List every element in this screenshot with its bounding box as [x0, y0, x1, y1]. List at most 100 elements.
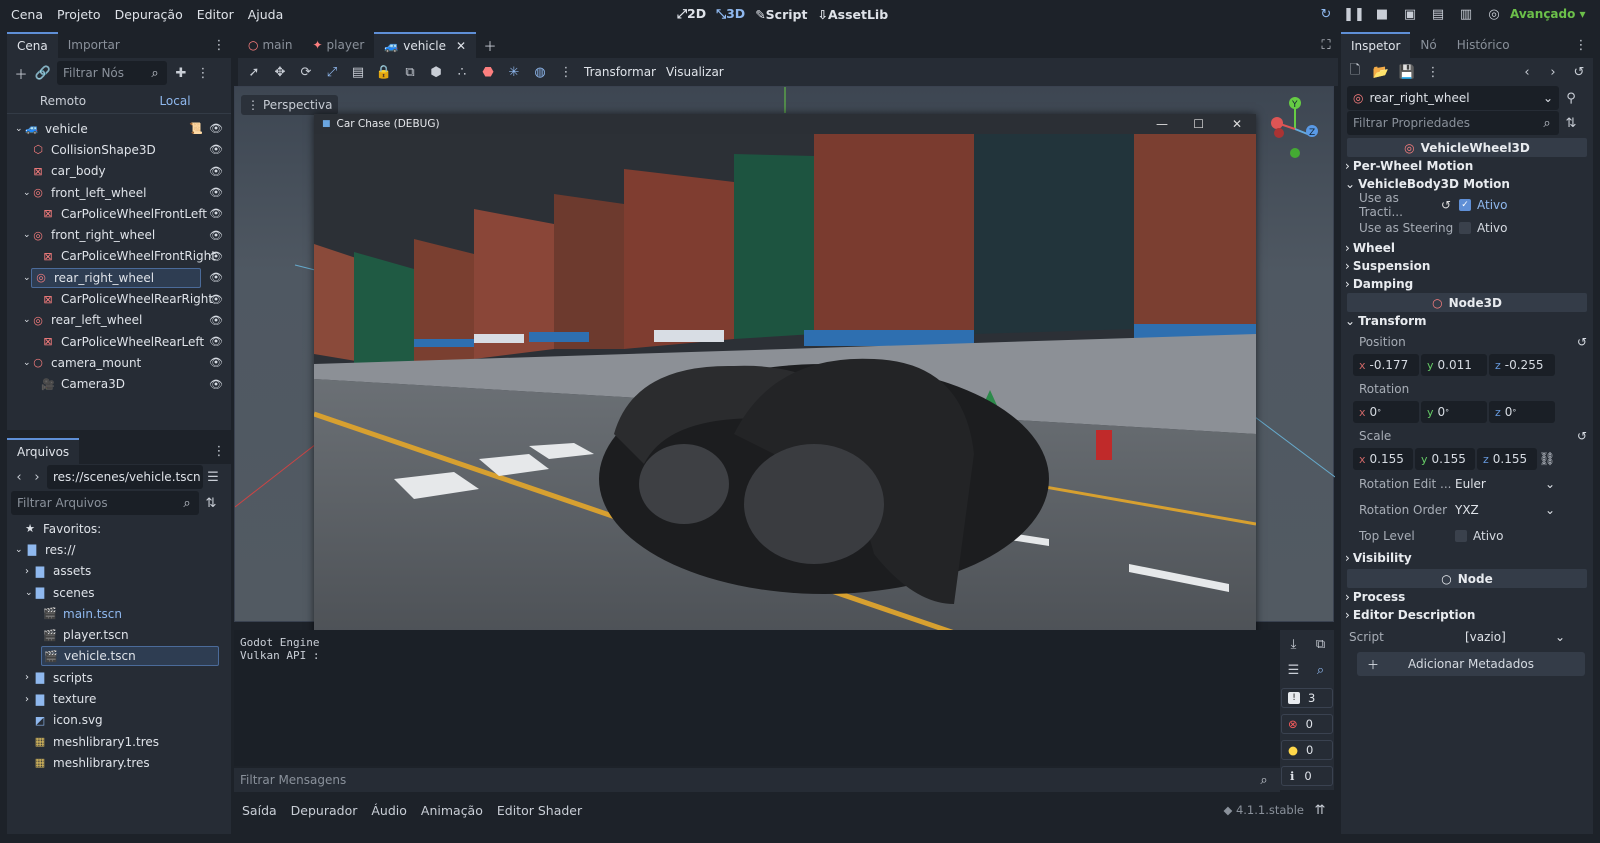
file-main-tscn[interactable]: 🎬 main.tscn — [7, 603, 231, 624]
mode-3d-button[interactable]: ⤡3D — [716, 6, 745, 22]
folder-scenes[interactable]: ⌄ ▇ scenes — [7, 582, 231, 603]
position-z-field[interactable]: z -0.255 — [1489, 354, 1555, 376]
close-window-icon[interactable]: ✕ — [1232, 117, 1242, 131]
node-selector[interactable]: ◎ rear_right_wheel ⌄ — [1347, 86, 1559, 110]
visibility-eye-icon[interactable]: 👁 — [209, 229, 223, 242]
perspective-menu[interactable]: ⋮ Perspectiva — [241, 95, 339, 115]
folder-assets[interactable]: › ▇ assets — [7, 561, 231, 582]
distraction-free-icon[interactable]: ⛶ — [1318, 37, 1334, 53]
tree-node-camera3d[interactable]: 🎥 Camera3D 👁 — [7, 374, 231, 395]
visibility-eye-icon[interactable]: 👁 — [209, 378, 223, 391]
filter-nodes-input[interactable]: Filtrar Nós ⌕ — [57, 61, 167, 85]
scene-tab-vehicle[interactable]: 🚙 vehicle ✕ — [374, 32, 477, 58]
visibility-eye-icon[interactable]: 👁 — [209, 271, 223, 284]
move-tool-icon[interactable]: ✥ — [272, 64, 288, 80]
forward-arrow-icon[interactable]: › — [29, 469, 45, 485]
chevron-down-icon[interactable]: ⌄ — [15, 124, 25, 134]
tree-node-rear-right-wheel[interactable]: ⌄ ◎ rear_right_wheel 👁 — [7, 267, 231, 288]
tab-inspetor[interactable]: Inspetor — [1341, 32, 1411, 58]
errors-filter-button[interactable]: ⊗ 0 — [1281, 714, 1333, 734]
chevron-down-icon[interactable]: ⌄ — [23, 315, 31, 325]
view-gizmo[interactable]: Y Z — [1265, 93, 1331, 163]
inspector-menu-icon[interactable]: ⋮ — [1425, 64, 1441, 80]
rotation-x-field[interactable]: x 0 ° — [1353, 401, 1419, 423]
add-tab-icon[interactable]: ＋ — [482, 37, 498, 55]
rotation-y-field[interactable]: y 0 ° — [1421, 401, 1487, 423]
split-view-icon[interactable]: ☰ — [205, 469, 221, 485]
tab-historico[interactable]: Histórico — [1447, 32, 1520, 58]
visibility-eye-icon[interactable]: 👁 — [209, 143, 223, 156]
tree-node-rear-left-wheel[interactable]: ⌄ ◎ rear_left_wheel 👁 — [7, 310, 231, 331]
tab-animacao[interactable]: Animação — [421, 803, 483, 818]
transform-menu[interactable]: Transformar — [584, 65, 656, 79]
scale-z-field[interactable]: z 0.155 — [1477, 448, 1537, 470]
chevron-right-icon[interactable]: › — [25, 694, 33, 705]
scene-tab-player[interactable]: ✦ player — [302, 32, 374, 58]
add-node-icon[interactable]: ＋ — [13, 65, 29, 83]
folder-res[interactable]: ⌄ ▇ res:// — [7, 539, 231, 560]
remote-tab[interactable]: Remoto — [7, 94, 119, 108]
visibility-eye-icon[interactable]: 👁 — [209, 250, 223, 263]
visibility-eye-icon[interactable]: 👁 — [209, 186, 223, 199]
revert-icon[interactable]: ↺ — [1577, 335, 1587, 349]
traction-checkbox[interactable]: ✓ — [1459, 198, 1471, 211]
tab-audio[interactable]: Áudio — [371, 803, 407, 818]
visibility-eye-icon[interactable]: 👁 — [209, 314, 223, 327]
tab-no[interactable]: Nó — [1410, 32, 1446, 58]
scale-tool-icon[interactable]: ⤢ — [324, 64, 340, 80]
tab-depurador[interactable]: Depurador — [291, 803, 358, 818]
section-per-wheel-motion[interactable]: › Per-Wheel Motion — [1341, 157, 1593, 175]
dock-menu-icon[interactable]: ⋮ — [1573, 37, 1589, 53]
section-suspension[interactable]: › Suspension — [1341, 257, 1593, 275]
visibility-eye-icon[interactable]: 👁 — [209, 165, 223, 178]
chevron-down-icon[interactable]: ⌄ — [23, 358, 31, 368]
chevron-down-icon[interactable]: ⌄ — [25, 588, 33, 598]
snap-icon[interactable]: ∴ — [454, 64, 470, 80]
tab-editor-shader[interactable]: Editor Shader — [497, 803, 582, 818]
menu-depuracao[interactable]: Depuração — [115, 7, 183, 22]
history-forward-icon[interactable]: › — [1545, 64, 1561, 80]
reload-icon[interactable]: ↻ — [1318, 6, 1334, 22]
tree-node-carpolicewheelrearleft[interactable]: ⊠ CarPoliceWheelRearLeft 👁 — [7, 331, 231, 352]
menu-projeto[interactable]: Projeto — [57, 7, 101, 22]
filter-properties-input[interactable]: Filtrar Propriedades ⌕ — [1347, 111, 1559, 135]
lock-icon[interactable]: 🔒 — [376, 64, 392, 80]
viewport-menu-icon[interactable]: ⋮ — [558, 64, 574, 80]
view-menu[interactable]: Visualizar — [666, 65, 724, 79]
revert-icon[interactable]: ↺ — [1441, 198, 1459, 212]
pause-icon[interactable]: ❚❚ — [1343, 6, 1365, 22]
select-tool-icon[interactable]: ➚ — [246, 64, 262, 80]
tree-node-carpolicewheelfrontright[interactable]: ⊠ CarPoliceWheelFrontRight 👁 — [7, 246, 231, 267]
history-icon[interactable]: ↺ — [1571, 64, 1587, 80]
sort-icon[interactable]: ⇅ — [203, 495, 219, 511]
game-window[interactable]: ■ Car Chase (DEBUG) — ☐ ✕ — [314, 114, 1256, 667]
file-meshlibrary1-tres[interactable]: ▦ meshlibrary1.tres — [7, 731, 231, 752]
group-icon[interactable]: ⧉ — [402, 64, 418, 80]
script-attached-icon[interactable]: 📜 — [189, 122, 203, 135]
path-field[interactable]: res://scenes/vehicle.tscn — [47, 465, 203, 489]
favorites-item[interactable]: ★ Favoritos: — [7, 518, 231, 539]
camera-override-icon[interactable]: ⬣ — [480, 64, 496, 80]
tree-node-front-right-wheel[interactable]: ⌄ ◎ front_right_wheel 👁 — [7, 224, 231, 245]
rotation-order-select[interactable]: YXZ ⌄ — [1455, 503, 1559, 517]
section-editor-description[interactable]: › Editor Description — [1341, 606, 1593, 624]
back-arrow-icon[interactable]: ‹ — [11, 469, 27, 485]
expand-panel-icon[interactable]: ⇈ — [1312, 802, 1328, 818]
object-menu-icon[interactable]: ⚲ — [1563, 90, 1579, 106]
collapse-icon[interactable]: ☰ — [1286, 662, 1302, 678]
menu-cena[interactable]: Cena — [11, 7, 43, 22]
menu-ajuda[interactable]: Ajuda — [248, 7, 284, 22]
tree-node-camera-mount[interactable]: ⌄ ○ camera_mount 👁 — [7, 352, 231, 373]
renderer-select[interactable]: Avançado ▾ — [1510, 7, 1586, 21]
tab-cena[interactable]: Cena — [7, 32, 58, 58]
chevron-down-icon[interactable]: ⌄ — [23, 188, 31, 198]
tree-node-car-body[interactable]: ⊠ car_body 👁 — [7, 161, 231, 182]
new-resource-icon[interactable]: 🗋 — [1347, 63, 1363, 80]
property-sort-icon[interactable]: ⇅ — [1563, 115, 1579, 131]
menu-editor[interactable]: Editor — [197, 7, 234, 22]
copy-icon[interactable]: ⧉ — [1313, 636, 1329, 652]
play-custom-icon[interactable]: ▥ — [1458, 6, 1474, 22]
section-visibility[interactable]: › Visibility — [1341, 549, 1593, 567]
section-wheel[interactable]: › Wheel — [1341, 239, 1593, 257]
info-filter-button[interactable]: ℹ0 — [1281, 766, 1333, 786]
